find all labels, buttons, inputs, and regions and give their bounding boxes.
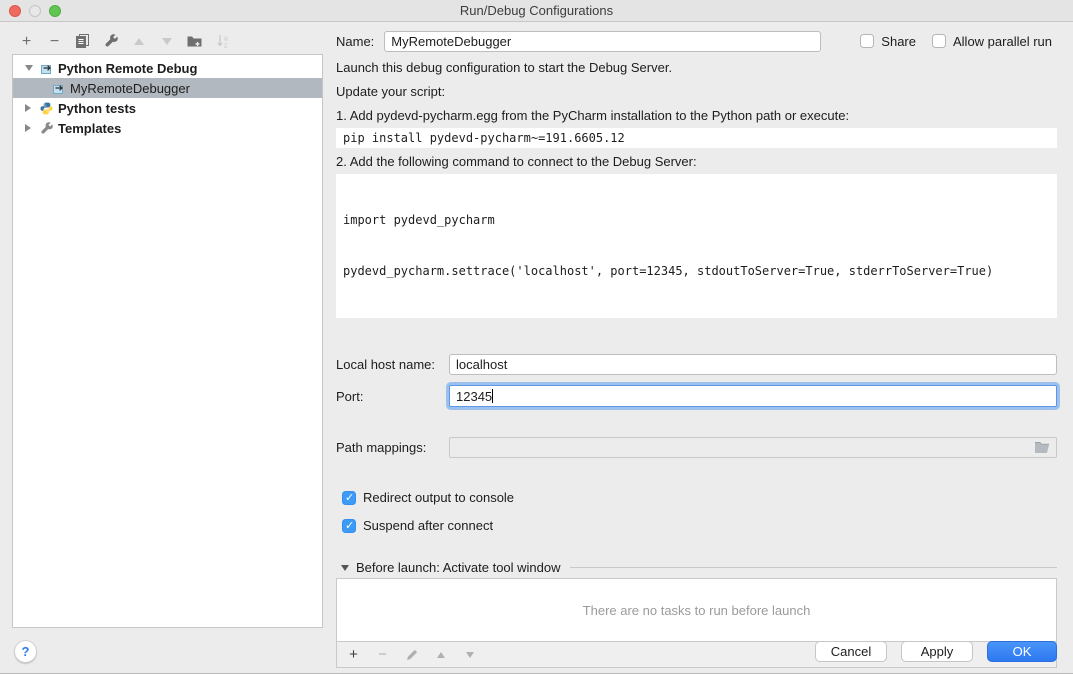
share-checkbox[interactable] <box>860 34 874 48</box>
path-mappings-label: Path mappings: <box>336 440 449 455</box>
connection-settings: Local host name: Port: 12345 Path mappin… <box>336 354 1057 458</box>
before-launch-title: Before launch: Activate tool window <box>356 560 561 575</box>
titlebar: Run/Debug Configurations <box>0 0 1073 22</box>
remote-debug-icon <box>51 81 65 95</box>
port-row: Port: 12345 <box>336 385 1057 407</box>
cancel-button[interactable]: Cancel <box>815 641 887 662</box>
name-input[interactable] <box>384 31 821 52</box>
move-task-up-icon[interactable] <box>434 648 447 661</box>
before-launch-task-list: There are no tasks to run before launch <box>336 578 1057 642</box>
new-folder-icon[interactable] <box>187 34 202 49</box>
tree-item-myremotedebugger[interactable]: MyRemoteDebugger <box>13 78 322 98</box>
help-button[interactable]: ? <box>14 640 37 663</box>
name-label: Name: <box>336 34 374 49</box>
apply-button[interactable]: Apply <box>901 641 973 662</box>
dialog-buttons: Cancel Apply OK <box>815 641 1057 662</box>
browse-folder-icon[interactable] <box>1034 441 1050 454</box>
port-value: 12345 <box>456 389 492 404</box>
ok-button[interactable]: OK <box>987 641 1057 662</box>
tree-item-python-remote-debug[interactable]: Python Remote Debug <box>13 58 322 78</box>
chevron-down-icon[interactable] <box>341 565 349 571</box>
python-icon <box>39 101 53 115</box>
add-task-button[interactable]: + <box>347 648 360 661</box>
pip-install-code: pip install pydevd-pycharm~=191.6605.12 <box>336 128 1057 148</box>
edit-task-pencil-icon[interactable] <box>405 648 418 661</box>
separator-line <box>570 567 1057 568</box>
close-button[interactable] <box>9 5 21 17</box>
chevron-right-icon[interactable] <box>25 104 36 112</box>
suspend-after-connect-row: Suspend after connect <box>342 518 1057 533</box>
instruction-update: Update your script: <box>336 84 1057 100</box>
local-host-label: Local host name: <box>336 357 449 372</box>
instruction-intro: Launch this debug configuration to start… <box>336 60 1057 76</box>
redirect-output-label: Redirect output to console <box>363 490 514 505</box>
run-debug-configurations-dialog: Run/Debug Configurations + − az Python R… <box>0 0 1073 674</box>
remove-task-button[interactable]: − <box>376 648 389 661</box>
svg-text:a: a <box>224 36 228 43</box>
svg-text:z: z <box>224 43 228 49</box>
wrench-icon <box>39 121 53 135</box>
tree-item-templates[interactable]: Templates <box>13 118 322 138</box>
suspend-after-connect-checkbox[interactable] <box>342 519 356 533</box>
settrace-code-line1: import pydevd_pycharm <box>343 212 1050 229</box>
add-configuration-button[interactable]: + <box>19 34 34 49</box>
remote-debug-icon <box>39 61 53 75</box>
local-host-input[interactable] <box>449 354 1057 375</box>
configurations-toolbar: + − az <box>19 33 230 49</box>
before-launch-header[interactable]: Before launch: Activate tool window <box>341 560 1057 575</box>
redirect-output-checkbox[interactable] <box>342 491 356 505</box>
instruction-step1: 1. Add pydevd-pycharm.egg from the PyCha… <box>336 108 1057 124</box>
tree-item-python-tests[interactable]: Python tests <box>13 98 322 118</box>
port-label: Port: <box>336 389 449 404</box>
path-mappings-field-wrap <box>449 437 1057 458</box>
configuration-editor: Name: Share Allow parallel run Launch th… <box>336 30 1057 674</box>
move-down-icon[interactable] <box>159 34 174 49</box>
instruction-step2: 2. Add the following command to connect … <box>336 154 1057 170</box>
tree-item-label: Python Remote Debug <box>58 61 197 76</box>
sort-alphabetically-icon[interactable]: az <box>215 34 230 49</box>
remove-configuration-button[interactable]: − <box>47 34 62 49</box>
move-task-down-icon[interactable] <box>463 648 476 661</box>
chevron-down-icon[interactable] <box>25 65 36 71</box>
empty-task-message: There are no tasks to run before launch <box>583 603 811 618</box>
minimize-button[interactable] <box>29 5 41 17</box>
tree-item-label: Templates <box>58 121 121 136</box>
local-host-row: Local host name: <box>336 354 1057 375</box>
name-row: Name: Share Allow parallel run <box>336 30 1057 52</box>
share-label: Share <box>881 34 916 49</box>
text-caret <box>492 389 493 403</box>
path-mappings-input[interactable] <box>449 437 1057 458</box>
allow-parallel-run-label: Allow parallel run <box>953 34 1052 49</box>
chevron-right-icon[interactable] <box>25 124 36 132</box>
path-mappings-row: Path mappings: <box>336 437 1057 458</box>
zoom-button[interactable] <box>49 5 61 17</box>
edit-templates-wrench-icon[interactable] <box>103 34 118 49</box>
tree-item-label: MyRemoteDebugger <box>70 81 190 96</box>
copy-configuration-icon[interactable] <box>75 34 90 49</box>
allow-parallel-run-checkbox[interactable] <box>932 34 946 48</box>
redirect-output-row: Redirect output to console <box>342 490 1057 505</box>
move-up-icon[interactable] <box>131 34 146 49</box>
traffic-lights <box>9 5 61 17</box>
settrace-code-block: import pydevd_pycharm pydevd_pycharm.set… <box>336 174 1057 318</box>
port-input[interactable]: 12345 <box>449 385 1057 407</box>
window-title: Run/Debug Configurations <box>0 0 1073 21</box>
suspend-after-connect-label: Suspend after connect <box>363 518 493 533</box>
tree-item-label: Python tests <box>58 101 136 116</box>
configurations-tree: Python Remote Debug MyRemoteDebugger Pyt… <box>12 54 323 628</box>
settrace-code-line2: pydevd_pycharm.settrace('localhost', por… <box>343 263 1050 280</box>
